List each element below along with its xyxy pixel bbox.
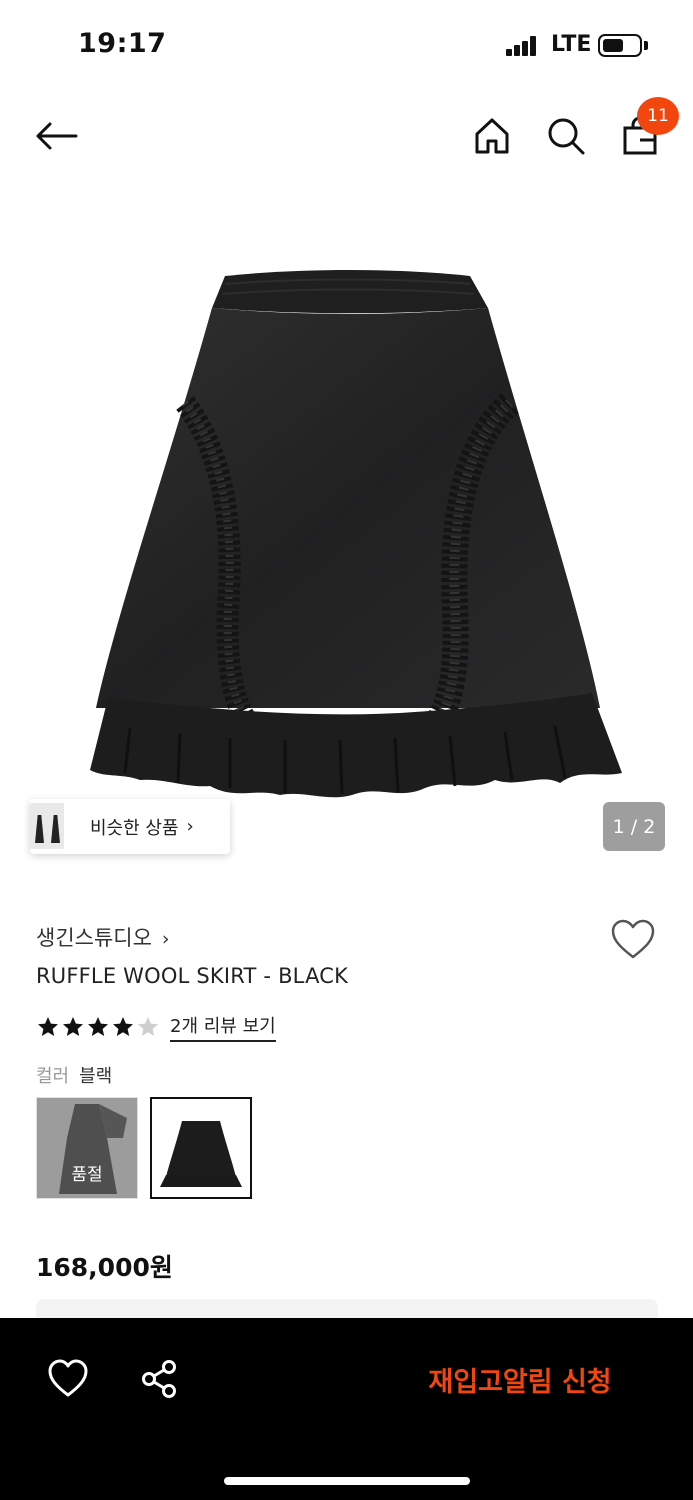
search-icon: [548, 118, 585, 155]
wishlist-button-bottom[interactable]: [46, 1357, 90, 1401]
star-filled-icon: [63, 1017, 83, 1036]
product-rating: 2개 리뷰 보기: [36, 1012, 276, 1042]
chevron-right-icon: ›: [186, 816, 194, 837]
star-rating: [36, 1015, 160, 1039]
similar-thumbnail: [46, 803, 64, 849]
skirt-illustration: [90, 270, 622, 798]
color-swatch-selected[interactable]: [150, 1097, 252, 1199]
product-price: 168,000원: [36, 1253, 173, 1282]
heart-outline-icon: [48, 1359, 88, 1397]
back-arrow-icon: [36, 122, 78, 150]
image-page-indicator: 1 / 2: [603, 802, 665, 851]
bottom-action-bar: [0, 1318, 693, 1500]
cart-count-badge: 11: [637, 97, 679, 135]
cellular-signal-icon: [506, 36, 538, 56]
restock-alert-button[interactable]: 재입고알림 신청: [400, 1354, 640, 1404]
similar-products-button[interactable]: 비슷한 상품 ›: [30, 799, 230, 854]
color-value: 블랙: [79, 1066, 113, 1087]
home-button[interactable]: [466, 110, 518, 162]
home-indicator: [224, 1477, 470, 1485]
product-image[interactable]: [0, 188, 693, 878]
similar-products-label: 비슷한 상품: [90, 817, 179, 839]
star-filled-icon: [113, 1017, 133, 1036]
soldout-label: 품절: [71, 1165, 103, 1185]
battery-level: [603, 39, 623, 52]
star-empty-icon: [138, 1017, 158, 1036]
network-type: LTE: [551, 32, 592, 57]
share-icon: [142, 1360, 176, 1398]
top-navigation: [0, 92, 693, 188]
home-icon: [475, 118, 509, 154]
battery-icon: [598, 34, 642, 57]
color-swatch-soldout[interactable]: 품절: [36, 1097, 138, 1199]
status-bar: 19:17 LTE: [0, 0, 693, 92]
product-title: RUFFLE WOOL SKIRT - BLACK: [36, 964, 349, 988]
chevron-right-icon: ›: [161, 928, 170, 950]
brand-name: 생긴스튜디오: [36, 926, 152, 950]
share-button[interactable]: [138, 1357, 182, 1401]
star-filled-icon: [38, 1017, 58, 1036]
review-link[interactable]: 2개 리뷰 보기: [170, 1012, 276, 1042]
star-filled-icon: [88, 1017, 108, 1036]
brand-link[interactable]: 생긴스튜디오 ›: [36, 922, 170, 952]
color-label: 컬러: [36, 1066, 70, 1087]
similar-thumbnails: [30, 799, 80, 854]
heart-outline-icon: [611, 919, 655, 959]
color-row: 컬러 블랙: [36, 1062, 112, 1088]
battery-tip: [644, 41, 648, 50]
back-button[interactable]: [30, 110, 82, 162]
wishlist-button[interactable]: [610, 918, 656, 962]
status-time: 19:17: [78, 28, 167, 59]
swatch-image: [160, 1121, 242, 1187]
search-button[interactable]: [540, 110, 592, 162]
